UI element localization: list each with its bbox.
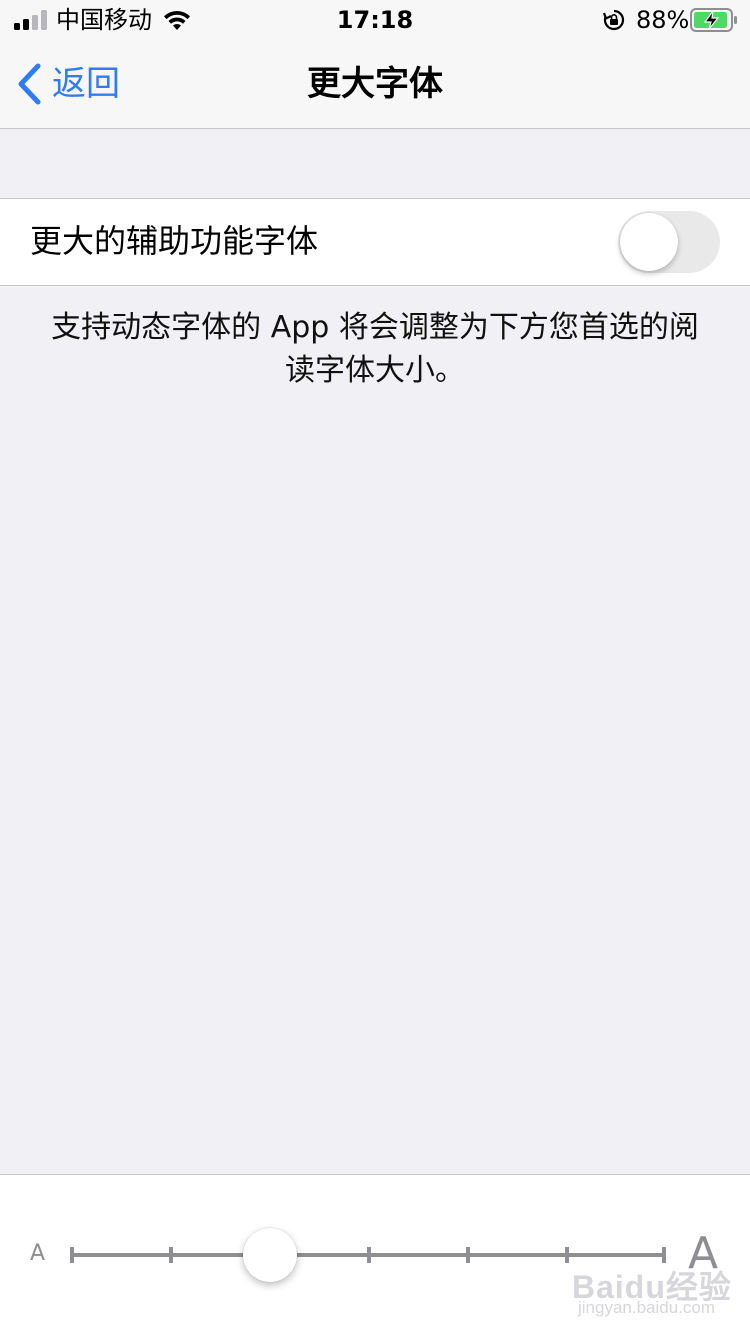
- navigation-bar: 返回 更大字体: [0, 40, 750, 129]
- status-bar: 中国移动 17:18 88%: [0, 0, 750, 40]
- watermark-url: jingyan.baidu.com: [578, 1298, 716, 1317]
- orientation-lock-icon: [603, 9, 625, 31]
- toggle-knob: [620, 213, 678, 271]
- larger-accessibility-sizes-label: 更大的辅助功能字体: [30, 222, 319, 260]
- battery-charging-icon: [690, 8, 737, 32]
- settings-group: 更大的辅助功能字体: [0, 198, 750, 286]
- slider-tick: [466, 1247, 470, 1263]
- slider-tick: [70, 1247, 74, 1263]
- small-font-indicator: A: [30, 1241, 46, 1266]
- slider-tick: [662, 1247, 666, 1263]
- slider-tick: [169, 1247, 173, 1263]
- description-text: 支持动态字体的 App 将会调整为下方您首选的阅读字体大小。: [51, 310, 699, 388]
- battery-percent: 88%: [636, 6, 690, 34]
- watermark: Baidu经验 jingyan.baidu.com: [572, 1262, 732, 1322]
- larger-accessibility-sizes-toggle[interactable]: [618, 211, 720, 273]
- slider-tick: [565, 1247, 569, 1263]
- page-title: 更大字体: [307, 64, 443, 104]
- slider-tick: [367, 1247, 371, 1263]
- font-size-slider-thumb[interactable]: [243, 1228, 297, 1282]
